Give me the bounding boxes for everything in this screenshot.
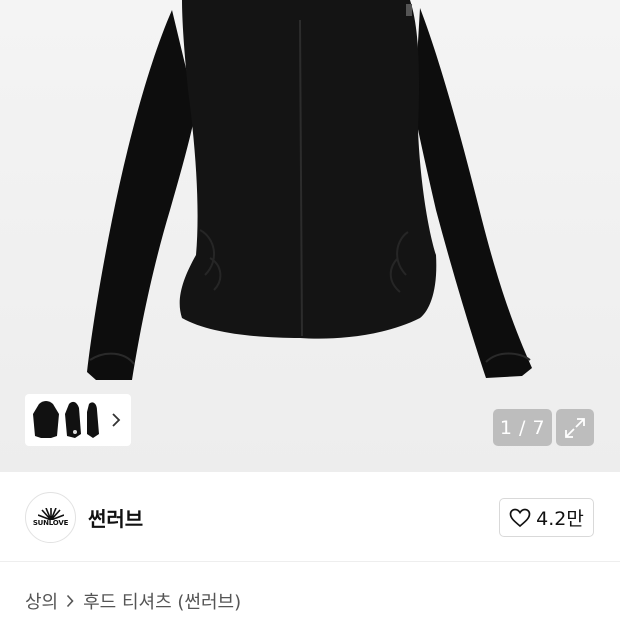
- like-button[interactable]: 4.2만: [499, 498, 594, 537]
- breadcrumb: 상의 후드 티셔츠 (썬러브): [25, 588, 241, 614]
- chevron-right-icon[interactable]: [109, 408, 123, 432]
- image-page-counter: 1 / 7: [493, 409, 552, 446]
- thumbnails: [31, 400, 101, 440]
- hoodie-back-thumb[interactable]: [85, 400, 101, 440]
- brand-logo[interactable]: SUNLOVE: [25, 492, 76, 543]
- hoodie-front-thumb[interactable]: [31, 400, 61, 440]
- expand-button[interactable]: [556, 409, 594, 446]
- breadcrumb-subcategory[interactable]: 후드 티셔츠 (썬러브): [83, 588, 241, 614]
- heart-icon: [509, 508, 531, 527]
- like-count: 4.2만: [536, 508, 584, 530]
- expand-icon: [565, 417, 585, 438]
- thumbnail-strip[interactable]: [25, 394, 131, 446]
- breadcrumb-category[interactable]: 상의: [25, 588, 58, 614]
- brand-name[interactable]: 썬러브: [88, 503, 143, 532]
- hoodie-side-thumb[interactable]: [63, 400, 83, 440]
- chevron-right-icon: [66, 594, 74, 608]
- brand-logo-text: SUNLOVE: [32, 519, 69, 527]
- brand-row: SUNLOVE 썬러브 4.2만: [0, 472, 620, 562]
- product-image-area[interactable]: 1 / 7: [0, 0, 620, 472]
